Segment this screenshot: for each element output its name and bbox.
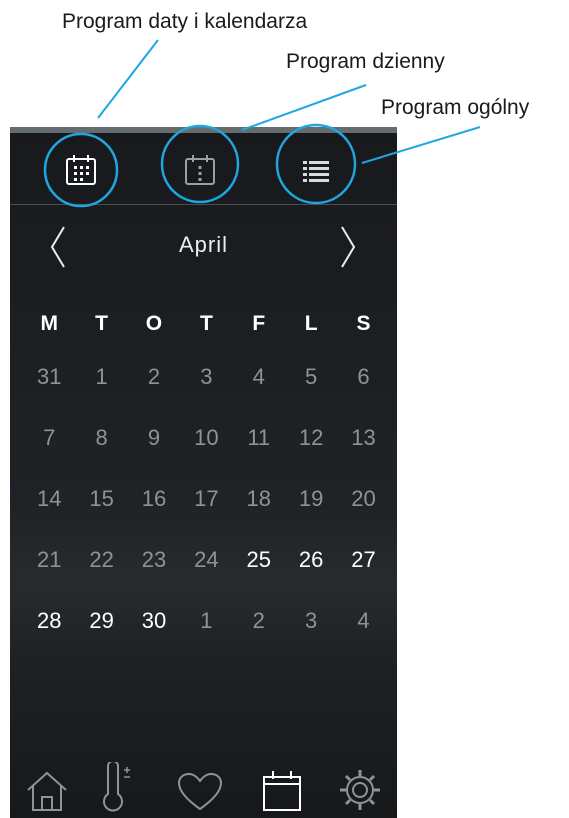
calendar-icon xyxy=(263,771,301,811)
program-tabs xyxy=(10,127,397,205)
callout-general-program: Program ogólny xyxy=(381,96,530,119)
calendar-day[interactable]: 9 xyxy=(128,425,180,486)
calendar-day[interactable]: 4 xyxy=(233,364,285,425)
calendar-day[interactable]: 23 xyxy=(128,547,180,608)
thermometer-icon xyxy=(103,762,130,812)
calendar-day[interactable]: 2 xyxy=(128,364,180,425)
calendar-day[interactable]: 2 xyxy=(233,608,285,669)
weekday-label: L xyxy=(304,312,318,335)
weekday-label: T xyxy=(95,312,108,335)
next-month-button[interactable] xyxy=(333,222,363,272)
calendar-day[interactable]: 8 xyxy=(75,425,127,486)
tab-general-program[interactable] xyxy=(293,147,339,193)
bottom-nav xyxy=(10,758,397,818)
calendar-day[interactable]: 22 xyxy=(75,547,127,608)
calendar-day[interactable]: 28 xyxy=(23,608,75,669)
calendar-day[interactable]: 24 xyxy=(180,547,232,608)
calendar-day[interactable]: 6 xyxy=(337,364,389,425)
calendar-week-row: 31 1 2 3 4 5 6 xyxy=(23,364,390,425)
calendar-week-row: 21 22 23 24 25 26 27 xyxy=(23,547,390,608)
calendar-day[interactable]: 12 xyxy=(285,425,337,486)
tab-calendar-program[interactable] xyxy=(58,147,104,193)
calendar-day[interactable]: 25 xyxy=(233,547,285,608)
gear-icon xyxy=(340,770,380,810)
calendar-day[interactable]: 16 xyxy=(128,486,180,547)
calendar-day[interactable]: 17 xyxy=(180,486,232,547)
calendar-day[interactable]: 31 xyxy=(23,364,75,425)
calendar-day[interactable]: 26 xyxy=(285,547,337,608)
callout-calendar-program: Program daty i kalendarza xyxy=(62,10,308,33)
calendar-day[interactable]: 13 xyxy=(337,425,389,486)
calendar-day[interactable]: 29 xyxy=(75,608,127,669)
callout-day-program: Program dzienny xyxy=(286,50,445,73)
calendar-week-row: 14 15 16 17 18 19 20 xyxy=(23,486,390,547)
calendar-day[interactable]: 7 xyxy=(23,425,75,486)
nav-favorites[interactable] xyxy=(175,762,225,812)
weekday-label: S xyxy=(356,312,371,335)
calendar-day[interactable]: 4 xyxy=(337,608,389,669)
calendar-day[interactable]: 19 xyxy=(285,486,337,547)
weekday-label: T xyxy=(199,312,213,335)
nav-calendar[interactable] xyxy=(257,762,307,812)
calendar-day[interactable]: 14 xyxy=(23,486,75,547)
calendar-day-icon xyxy=(185,155,215,185)
calendar-day[interactable]: 3 xyxy=(285,608,337,669)
calendar-grid: 31 1 2 3 4 5 6 7 8 9 10 11 12 13 14 15 16 17 18 19 20 21 22 23 2… xyxy=(23,364,390,669)
calendar-day[interactable]: 3 xyxy=(180,364,232,425)
calendar-day[interactable]: 1 xyxy=(75,364,127,425)
calendar-day[interactable]: 10 xyxy=(180,425,232,486)
thermostat-screen: April MTOTFLS 31 1 2 3 4 5 6 7 8 9 10 11 12 13 14 15 16 1… xyxy=(10,127,397,818)
month-selector: April xyxy=(10,222,397,272)
calendar-week-row: 28 29 30 1 2 3 4 xyxy=(23,608,390,669)
calendar-day[interactable]: 27 xyxy=(337,547,389,608)
calendar-day[interactable]: 30 xyxy=(128,608,180,669)
home-icon xyxy=(27,771,67,811)
weekday-label: M xyxy=(40,312,58,335)
calendar-day[interactable]: 1 xyxy=(180,608,232,669)
calendar-day[interactable]: 5 xyxy=(285,364,337,425)
tab-day-program[interactable] xyxy=(177,147,223,193)
weekday-header: MTOTFLS xyxy=(23,312,390,336)
leader-line-calendar xyxy=(97,39,159,119)
calendar-week-row: 7 8 9 10 11 12 13 xyxy=(23,425,390,486)
nav-settings[interactable] xyxy=(335,762,385,812)
calendar-day[interactable]: 20 xyxy=(337,486,389,547)
calendar-dates-icon xyxy=(66,155,96,185)
chevron-right-icon xyxy=(341,226,356,268)
leader-line-day xyxy=(241,84,367,131)
calendar-day[interactable]: 15 xyxy=(75,486,127,547)
nav-temperature[interactable] xyxy=(93,762,143,812)
calendar-day[interactable]: 21 xyxy=(23,547,75,608)
calendar-day[interactable]: 18 xyxy=(233,486,285,547)
divider xyxy=(10,204,397,205)
list-icon xyxy=(303,161,329,182)
weekday-label: F xyxy=(252,312,266,335)
weekday-label: O xyxy=(145,312,163,335)
heart-icon xyxy=(177,772,223,811)
nav-home[interactable] xyxy=(22,762,72,812)
calendar-day[interactable]: 11 xyxy=(233,425,285,486)
